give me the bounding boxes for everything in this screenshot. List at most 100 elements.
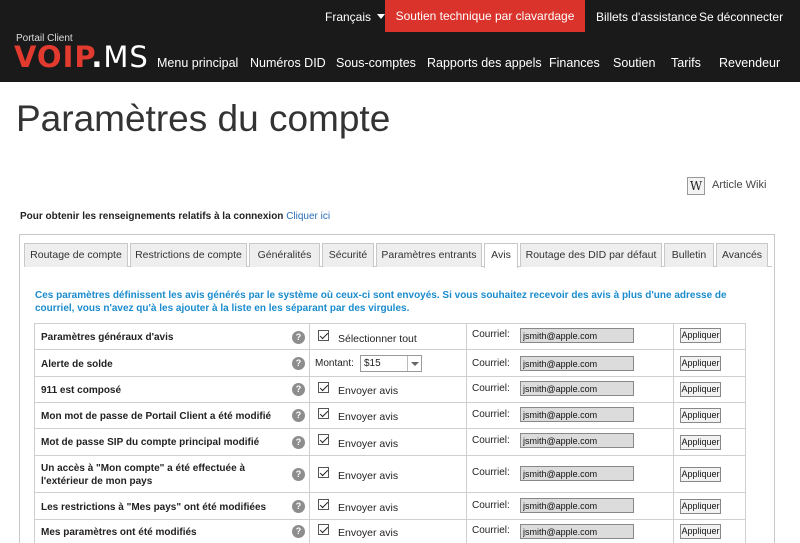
- apply-button[interactable]: Appliquer: [680, 467, 721, 482]
- nav-reseller[interactable]: Revendeur: [719, 56, 780, 70]
- apply-button[interactable]: Appliquer: [680, 382, 721, 397]
- email-label: Courriel:: [472, 467, 510, 478]
- send-notice-label: Envoyer avis: [338, 411, 399, 423]
- row-label: Alerte de solde: [41, 359, 113, 370]
- email-label: Courriel:: [472, 358, 510, 369]
- connection-info: Pour obtenir les renseignements relatifs…: [20, 211, 330, 222]
- tab-inbound-settings[interactable]: Paramètres entrants: [376, 243, 482, 267]
- nav-support[interactable]: Soutien: [613, 56, 655, 70]
- row-label: Mot de passe SIP du compte principal mod…: [41, 437, 260, 448]
- nav-rates[interactable]: Tarifs: [671, 56, 701, 70]
- amount-label: Montant:: [315, 358, 354, 369]
- row-apply-cell: Appliquer: [674, 493, 745, 519]
- wiki-article-label[interactable]: Article Wiki: [712, 179, 766, 191]
- apply-button[interactable]: Appliquer: [680, 328, 721, 343]
- support-tickets-link[interactable]: Billets d'assistance: [596, 10, 697, 24]
- row-option-cell: Envoyer avis: [310, 456, 467, 492]
- email-field[interactable]: [520, 381, 634, 396]
- help-icon[interactable]: ?: [292, 525, 305, 538]
- row-option-cell: Sélectionner tout: [310, 324, 467, 349]
- send-notice-checkbox[interactable]: [318, 382, 329, 393]
- help-icon[interactable]: ?: [292, 409, 305, 422]
- email-field[interactable]: [520, 466, 634, 481]
- send-notice-checkbox[interactable]: [318, 499, 329, 510]
- email-field[interactable]: [520, 433, 634, 448]
- voipms-logo[interactable]: VOIP.MS: [14, 42, 149, 72]
- email-label: Courriel:: [472, 435, 510, 446]
- select-all-checkbox[interactable]: [318, 330, 329, 341]
- apply-button[interactable]: Appliquer: [680, 408, 721, 423]
- help-icon[interactable]: ?: [292, 468, 305, 481]
- help-icon[interactable]: ?: [292, 436, 305, 449]
- apply-button[interactable]: Appliquer: [680, 435, 721, 450]
- apply-button[interactable]: Appliquer: [680, 524, 721, 539]
- tab-account-restrictions[interactable]: Restrictions de compte: [130, 243, 247, 267]
- row-email-cell: Courriel:: [467, 377, 674, 402]
- row-option-cell: Envoyer avis: [310, 403, 467, 428]
- row-email-cell: Courriel:: [467, 456, 674, 492]
- row-email-cell: Courriel:: [467, 324, 674, 349]
- row-label-cell: Mon mot de passe de Portail Client a été…: [35, 403, 310, 428]
- email-label: Courriel:: [472, 525, 510, 536]
- tab-notifications[interactable]: Avis: [484, 243, 518, 268]
- top-bar: Français Soutien technique par clavardag…: [0, 0, 800, 32]
- send-notice-checkbox[interactable]: [318, 434, 329, 445]
- row-label-cell: Les restrictions à "Mes pays" ont été mo…: [35, 493, 310, 519]
- nav-sub-accounts[interactable]: Sous-comptes: [336, 56, 416, 70]
- tab-default-did-routing[interactable]: Routage des DID par défaut: [520, 243, 662, 267]
- email-field[interactable]: [520, 328, 634, 343]
- help-icon[interactable]: ?: [292, 500, 305, 513]
- language-label: Français: [325, 10, 372, 24]
- row-label: Les restrictions à "Mes pays" ont été mo…: [41, 502, 267, 513]
- help-icon[interactable]: ?: [292, 331, 305, 344]
- email-label: Courriel:: [472, 409, 510, 420]
- row-option-cell: Envoyer avis: [310, 493, 467, 519]
- notifications-notice: Ces paramètres définissent les avis géné…: [35, 290, 727, 314]
- language-selector[interactable]: Français: [325, 10, 386, 24]
- connection-info-text: Pour obtenir les renseignements relatifs…: [20, 211, 284, 222]
- table-row: Mon mot de passe de Portail Client a été…: [34, 403, 746, 429]
- table-row: Les restrictions à "Mes pays" ont été mo…: [34, 493, 746, 520]
- send-notice-checkbox[interactable]: [318, 524, 329, 535]
- email-field[interactable]: [520, 407, 634, 422]
- help-icon[interactable]: ?: [292, 357, 305, 370]
- chevron-down-icon: [407, 356, 421, 371]
- nav-main-menu[interactable]: Menu principal: [157, 56, 238, 70]
- email-label: Courriel:: [472, 329, 510, 340]
- logout-link[interactable]: Se déconnecter: [699, 10, 783, 24]
- row-label: 911 est composé: [41, 385, 122, 396]
- apply-button[interactable]: Appliquer: [680, 356, 721, 371]
- help-icon[interactable]: ?: [292, 383, 305, 396]
- row-apply-cell: Appliquer: [674, 520, 745, 543]
- row-email-cell: Courriel:: [467, 493, 674, 519]
- connection-info-link[interactable]: Cliquer ici: [286, 211, 330, 222]
- chat-support-button[interactable]: Soutien technique par clavardage: [385, 0, 585, 32]
- tab-general[interactable]: Généralités: [249, 243, 320, 267]
- send-notice-checkbox[interactable]: [318, 408, 329, 419]
- nav-call-reports[interactable]: Rapports des appels: [427, 56, 542, 70]
- send-notice-label: Envoyer avis: [338, 527, 399, 539]
- email-field[interactable]: [520, 498, 634, 513]
- email-field[interactable]: [520, 356, 634, 371]
- apply-button[interactable]: Appliquer: [680, 499, 721, 514]
- page-title: Paramètres du compte: [16, 98, 391, 139]
- nav-did-numbers[interactable]: Numéros DID: [250, 56, 326, 70]
- send-notice-label: Envoyer avis: [338, 470, 399, 482]
- row-apply-cell: Appliquer: [674, 350, 745, 376]
- tab-advanced[interactable]: Avancés: [716, 243, 768, 267]
- row-option-cell: Envoyer avis: [310, 429, 467, 455]
- row-apply-cell: Appliquer: [674, 324, 745, 349]
- tab-account-routing[interactable]: Routage de compte: [24, 243, 128, 267]
- amount-select[interactable]: $15: [360, 355, 422, 372]
- amount-value: $15: [364, 358, 381, 369]
- send-notice-checkbox[interactable]: [318, 467, 329, 478]
- email-field[interactable]: [520, 524, 634, 539]
- nav-finances[interactable]: Finances: [549, 56, 600, 70]
- logo-dot: .: [91, 40, 104, 74]
- tab-security[interactable]: Sécurité: [322, 243, 374, 267]
- caret-down-icon: [377, 14, 386, 19]
- wikipedia-icon: W: [687, 177, 705, 195]
- row-email-cell: Courriel:: [467, 429, 674, 455]
- table-row: Alerte de solde ? Montant: $15 Courriel:…: [34, 350, 746, 377]
- tab-newsletter[interactable]: Bulletin: [664, 243, 714, 267]
